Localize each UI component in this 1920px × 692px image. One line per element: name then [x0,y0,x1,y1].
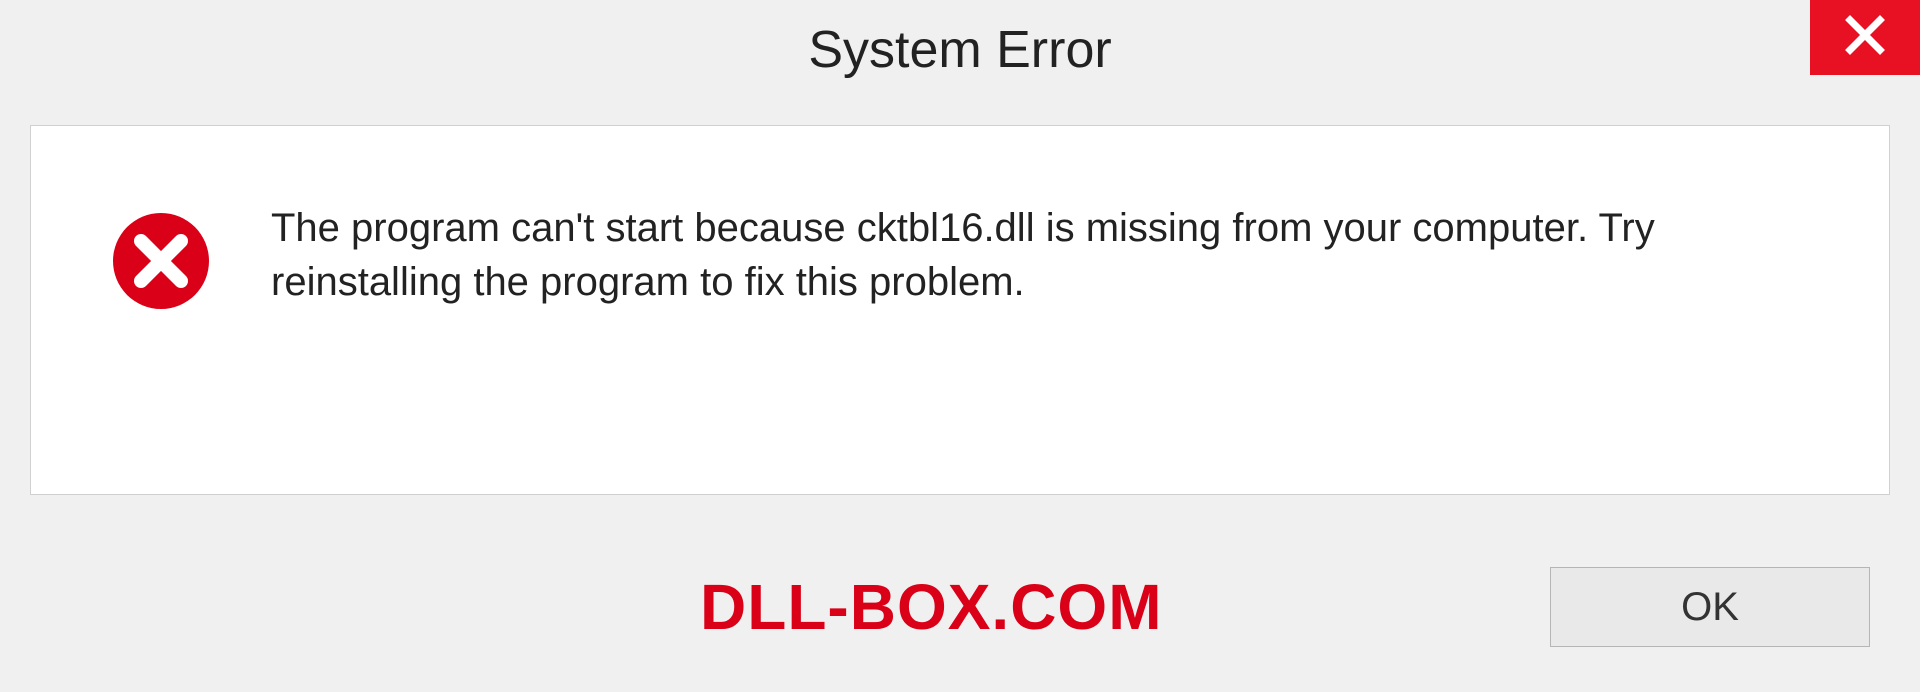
dialog-content: The program can't start because cktbl16.… [30,125,1890,495]
error-message: The program can't start because cktbl16.… [271,201,1829,309]
dialog-footer: DLL-BOX.COM OK [0,522,1920,692]
error-icon [111,211,211,311]
titlebar: System Error [0,0,1920,100]
watermark-text: DLL-BOX.COM [700,570,1163,644]
ok-button[interactable]: OK [1550,567,1870,647]
close-button[interactable] [1810,0,1920,75]
window-title: System Error [808,20,1111,80]
close-icon [1845,15,1885,60]
